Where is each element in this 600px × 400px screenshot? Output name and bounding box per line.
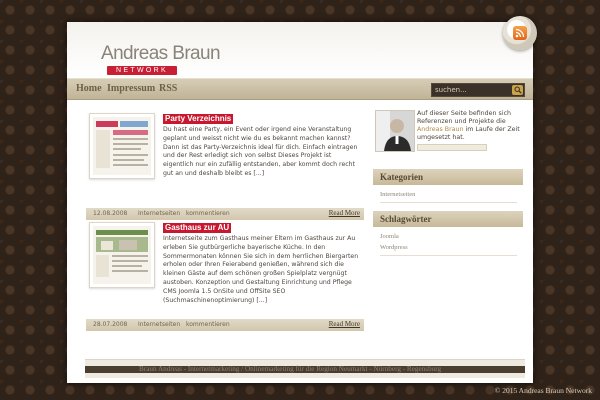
divider <box>380 255 517 256</box>
search-icon[interactable] <box>512 85 523 95</box>
logo-name: Andreas Braun <box>101 43 221 64</box>
copyright-text: © 2015 Andreas Braun Network <box>494 386 592 395</box>
search-input[interactable] <box>432 84 508 96</box>
profile-box: Auf dieser Seite befinden sich Referenze… <box>373 108 523 154</box>
profile-text-part: Auf dieser Seite befinden sich Referenze… <box>417 110 512 125</box>
category-item-internetseiten[interactable]: Internetseiten <box>380 191 415 198</box>
page-container: Andreas Braun NETWORK Home Impressum RSS <box>67 16 537 383</box>
thumbnail-image <box>93 117 151 175</box>
tag-item-wordpress[interactable]: Wordpress <box>380 244 408 251</box>
categories-title: Kategorien <box>373 169 523 185</box>
site-logo[interactable]: Andreas Braun NETWORK <box>101 43 221 75</box>
nav-home[interactable]: Home <box>76 83 102 94</box>
footer: Braun Andreas - Internetmarketing / Onli… <box>85 359 525 378</box>
footer-text: Braun Andreas - Internetmarketing / Onli… <box>139 365 442 373</box>
search-box <box>431 83 525 97</box>
avatar <box>375 110 415 152</box>
post-comments-link[interactable]: kommentieren <box>186 210 230 217</box>
rss-icon <box>513 26 527 40</box>
post-title[interactable]: Party Verzeichnis <box>163 114 234 124</box>
logo-subtitle: NETWORK <box>107 66 177 75</box>
tags-title: Schlagwörter <box>373 211 523 227</box>
thumbnail-image <box>93 226 151 284</box>
nav-rss[interactable]: RSS <box>159 83 177 94</box>
post-category-link[interactable]: Internetseiten <box>138 321 180 328</box>
post-meta-bar: 28.07.2008 Internetseiten kommentieren R… <box>86 319 364 331</box>
read-more-link[interactable]: Read More <box>329 320 360 328</box>
nav-impressum[interactable]: Impressum <box>107 83 155 94</box>
rss-badge-icon[interactable] <box>503 16 537 50</box>
profile-bar <box>417 144 487 151</box>
header: Andreas Braun NETWORK <box>67 22 533 78</box>
tag-item-joomla[interactable]: Joomla <box>380 233 399 240</box>
post-category-link[interactable]: Internetseiten <box>138 210 180 217</box>
post-excerpt: Du hast eine Party, ein Event oder irgen… <box>163 126 358 177</box>
divider <box>380 202 517 203</box>
profile-name-highlight: Andreas Braun <box>417 126 464 133</box>
post-comments-link[interactable]: kommentieren <box>186 321 230 328</box>
main-nav: Home Impressum RSS <box>67 78 533 100</box>
post-excerpt: Internetseite zum Gasthaus meiner Eltern… <box>163 235 359 304</box>
post-date: 28.07.2008 <box>93 321 128 328</box>
post-date: 12.08.2008 <box>93 210 128 217</box>
post-thumbnail[interactable] <box>89 222 155 288</box>
footer-stripe: Braun Andreas - Internetmarketing / Onli… <box>85 365 525 373</box>
post-thumbnail[interactable] <box>89 113 155 179</box>
post-meta-bar: 12.08.2008 Internetseiten kommentieren R… <box>86 208 364 220</box>
read-more-link[interactable]: Read More <box>329 209 360 217</box>
post-title[interactable]: Gasthaus zur AU <box>163 223 232 233</box>
profile-description: Auf dieser Seite befinden sich Referenze… <box>417 110 523 142</box>
